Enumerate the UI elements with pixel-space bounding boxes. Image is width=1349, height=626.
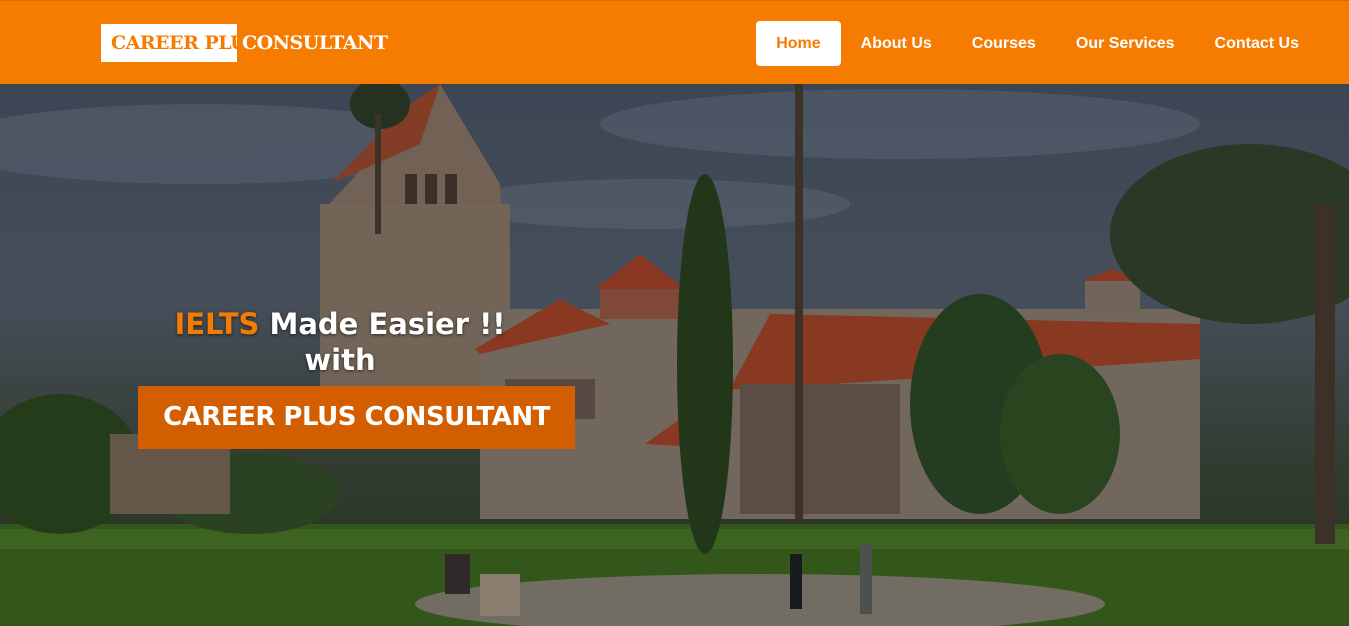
- hero-cta-button[interactable]: CAREER PLUS CONSULTANT: [138, 386, 575, 449]
- nav-services-link[interactable]: Our Services: [1056, 21, 1195, 66]
- nav-home-link[interactable]: Home: [756, 21, 841, 66]
- main-nav: Home About Us Courses Our Services Conta…: [756, 21, 1319, 66]
- headline-line2: with: [304, 343, 376, 377]
- headline-highlight: IELTS: [174, 307, 260, 341]
- hero-banner: IELTS Made Easier !! with CAREER PLUS CO…: [0, 84, 1349, 626]
- headline-rest: Made Easier !!: [259, 307, 506, 341]
- top-navbar: CAREER PLUS CONSULTANT Home About Us Cou…: [0, 0, 1349, 84]
- hero-headline: IELTS Made Easier !! with: [140, 306, 540, 378]
- logo-box: CAREER PLUS: [101, 24, 260, 62]
- nav-about-link[interactable]: About Us: [841, 21, 952, 66]
- nav-courses-link[interactable]: Courses: [952, 21, 1056, 66]
- nav-contact-link[interactable]: Contact Us: [1195, 21, 1319, 66]
- site-logo[interactable]: CAREER PLUS CONSULTANT: [101, 24, 388, 62]
- logo-text: CONSULTANT: [242, 32, 388, 54]
